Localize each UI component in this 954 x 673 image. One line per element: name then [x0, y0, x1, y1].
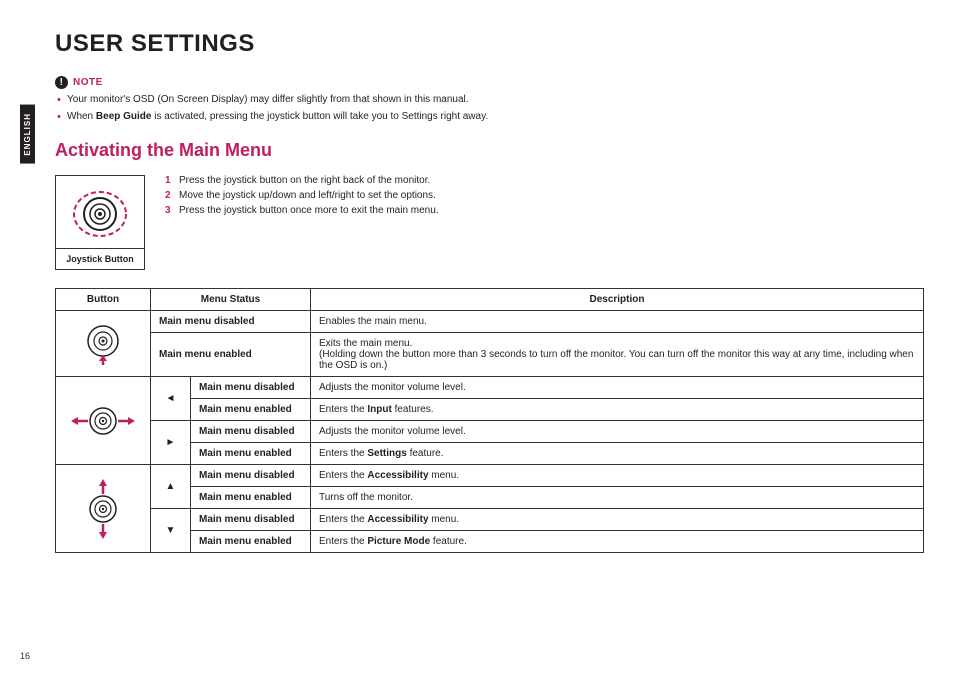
- joystick-leftright-icon: [68, 398, 138, 444]
- desc-cell: Enters the Accessibility menu.: [311, 509, 924, 531]
- desc-cell: Enters the Picture Mode feature.: [311, 531, 924, 553]
- desc-cell: Adjusts the monitor volume level.: [311, 421, 924, 443]
- note-heading: ! NOTE: [55, 76, 924, 89]
- desc-cell: Turns off the monitor.: [311, 487, 924, 509]
- step-text: Press the joystick button on the right b…: [179, 175, 430, 186]
- desc-cell: Exits the main menu. (Holding down the b…: [311, 333, 924, 377]
- joystick-caption: Joystick Button: [56, 248, 144, 269]
- section-title: Activating the Main Menu: [55, 140, 924, 161]
- arrow-down-icon: ▼: [151, 509, 191, 553]
- status-cell: Main menu enabled: [191, 443, 311, 465]
- table-row: ▲ Main menu disabled Enters the Accessib…: [56, 465, 924, 487]
- note-block: ! NOTE Your monitor's OSD (On Screen Dis…: [55, 76, 924, 124]
- page-number: 16: [20, 651, 30, 661]
- status-cell: Main menu disabled: [191, 509, 311, 531]
- status-cell: Main menu enabled: [191, 399, 311, 421]
- step-text: Press the joystick button once more to e…: [179, 205, 439, 216]
- desc-cell: Enters the Input features.: [311, 399, 924, 421]
- step-item: 3Press the joystick button once more to …: [165, 205, 439, 216]
- desc-cell: Enables the main menu.: [311, 311, 924, 333]
- arrow-right-icon: ►: [151, 421, 191, 465]
- note-text: When: [67, 111, 96, 122]
- joystick-press-icon: [78, 319, 128, 369]
- steps-list: 1Press the joystick button on the right …: [165, 175, 439, 220]
- status-cell: Main menu disabled: [191, 421, 311, 443]
- desc-cell: Enters the Accessibility menu.: [311, 465, 924, 487]
- th-description: Description: [311, 289, 924, 311]
- desc-cell: Adjusts the monitor volume level.: [311, 377, 924, 399]
- note-item: When Beep Guide is activated, pressing t…: [57, 110, 924, 124]
- status-cell: Main menu enabled: [191, 531, 311, 553]
- table-row: Main menu enabled Exits the main menu. (…: [56, 333, 924, 377]
- note-label: NOTE: [73, 77, 103, 88]
- table-row: ◄ Main menu disabled Adjusts the monitor…: [56, 377, 924, 399]
- arrow-up-icon: ▲: [151, 465, 191, 509]
- joystick-diagram-icon: [65, 184, 135, 244]
- controls-table: Button Menu Status Description Main menu…: [55, 288, 924, 553]
- status-cell: Main menu enabled: [151, 333, 311, 377]
- status-cell: Main menu disabled: [151, 311, 311, 333]
- table-row: ▼ Main menu disabled Enters the Accessib…: [56, 509, 924, 531]
- step-item: 2Move the joystick up/down and left/righ…: [165, 190, 439, 201]
- step-item: 1Press the joystick button on the right …: [165, 175, 439, 186]
- button-cell-ud: [56, 465, 151, 553]
- note-text: Your monitor's OSD (On Screen Display) m…: [67, 94, 469, 105]
- table-row: Main menu disabled Enables the main menu…: [56, 311, 924, 333]
- note-icon: !: [55, 76, 68, 89]
- th-menu-status: Menu Status: [151, 289, 311, 311]
- page-title: USER SETTINGS: [55, 30, 924, 58]
- th-button: Button: [56, 289, 151, 311]
- status-cell: Main menu enabled: [191, 487, 311, 509]
- button-cell-press: [56, 311, 151, 377]
- desc-cell: Enters the Settings feature.: [311, 443, 924, 465]
- arrow-left-icon: ◄: [151, 377, 191, 421]
- language-tab: ENGLISH: [20, 105, 35, 164]
- status-cell: Main menu disabled: [191, 377, 311, 399]
- joystick-figure: Joystick Button: [55, 175, 145, 270]
- status-cell: Main menu disabled: [191, 465, 311, 487]
- table-row: ► Main menu disabled Adjusts the monitor…: [56, 421, 924, 443]
- button-cell-lr: [56, 377, 151, 465]
- joystick-updown-icon: [80, 476, 126, 542]
- note-item: Your monitor's OSD (On Screen Display) m…: [57, 93, 924, 107]
- note-bold: Beep Guide: [96, 111, 152, 122]
- step-text: Move the joystick up/down and left/right…: [179, 190, 436, 201]
- note-text: is activated, pressing the joystick butt…: [151, 111, 488, 122]
